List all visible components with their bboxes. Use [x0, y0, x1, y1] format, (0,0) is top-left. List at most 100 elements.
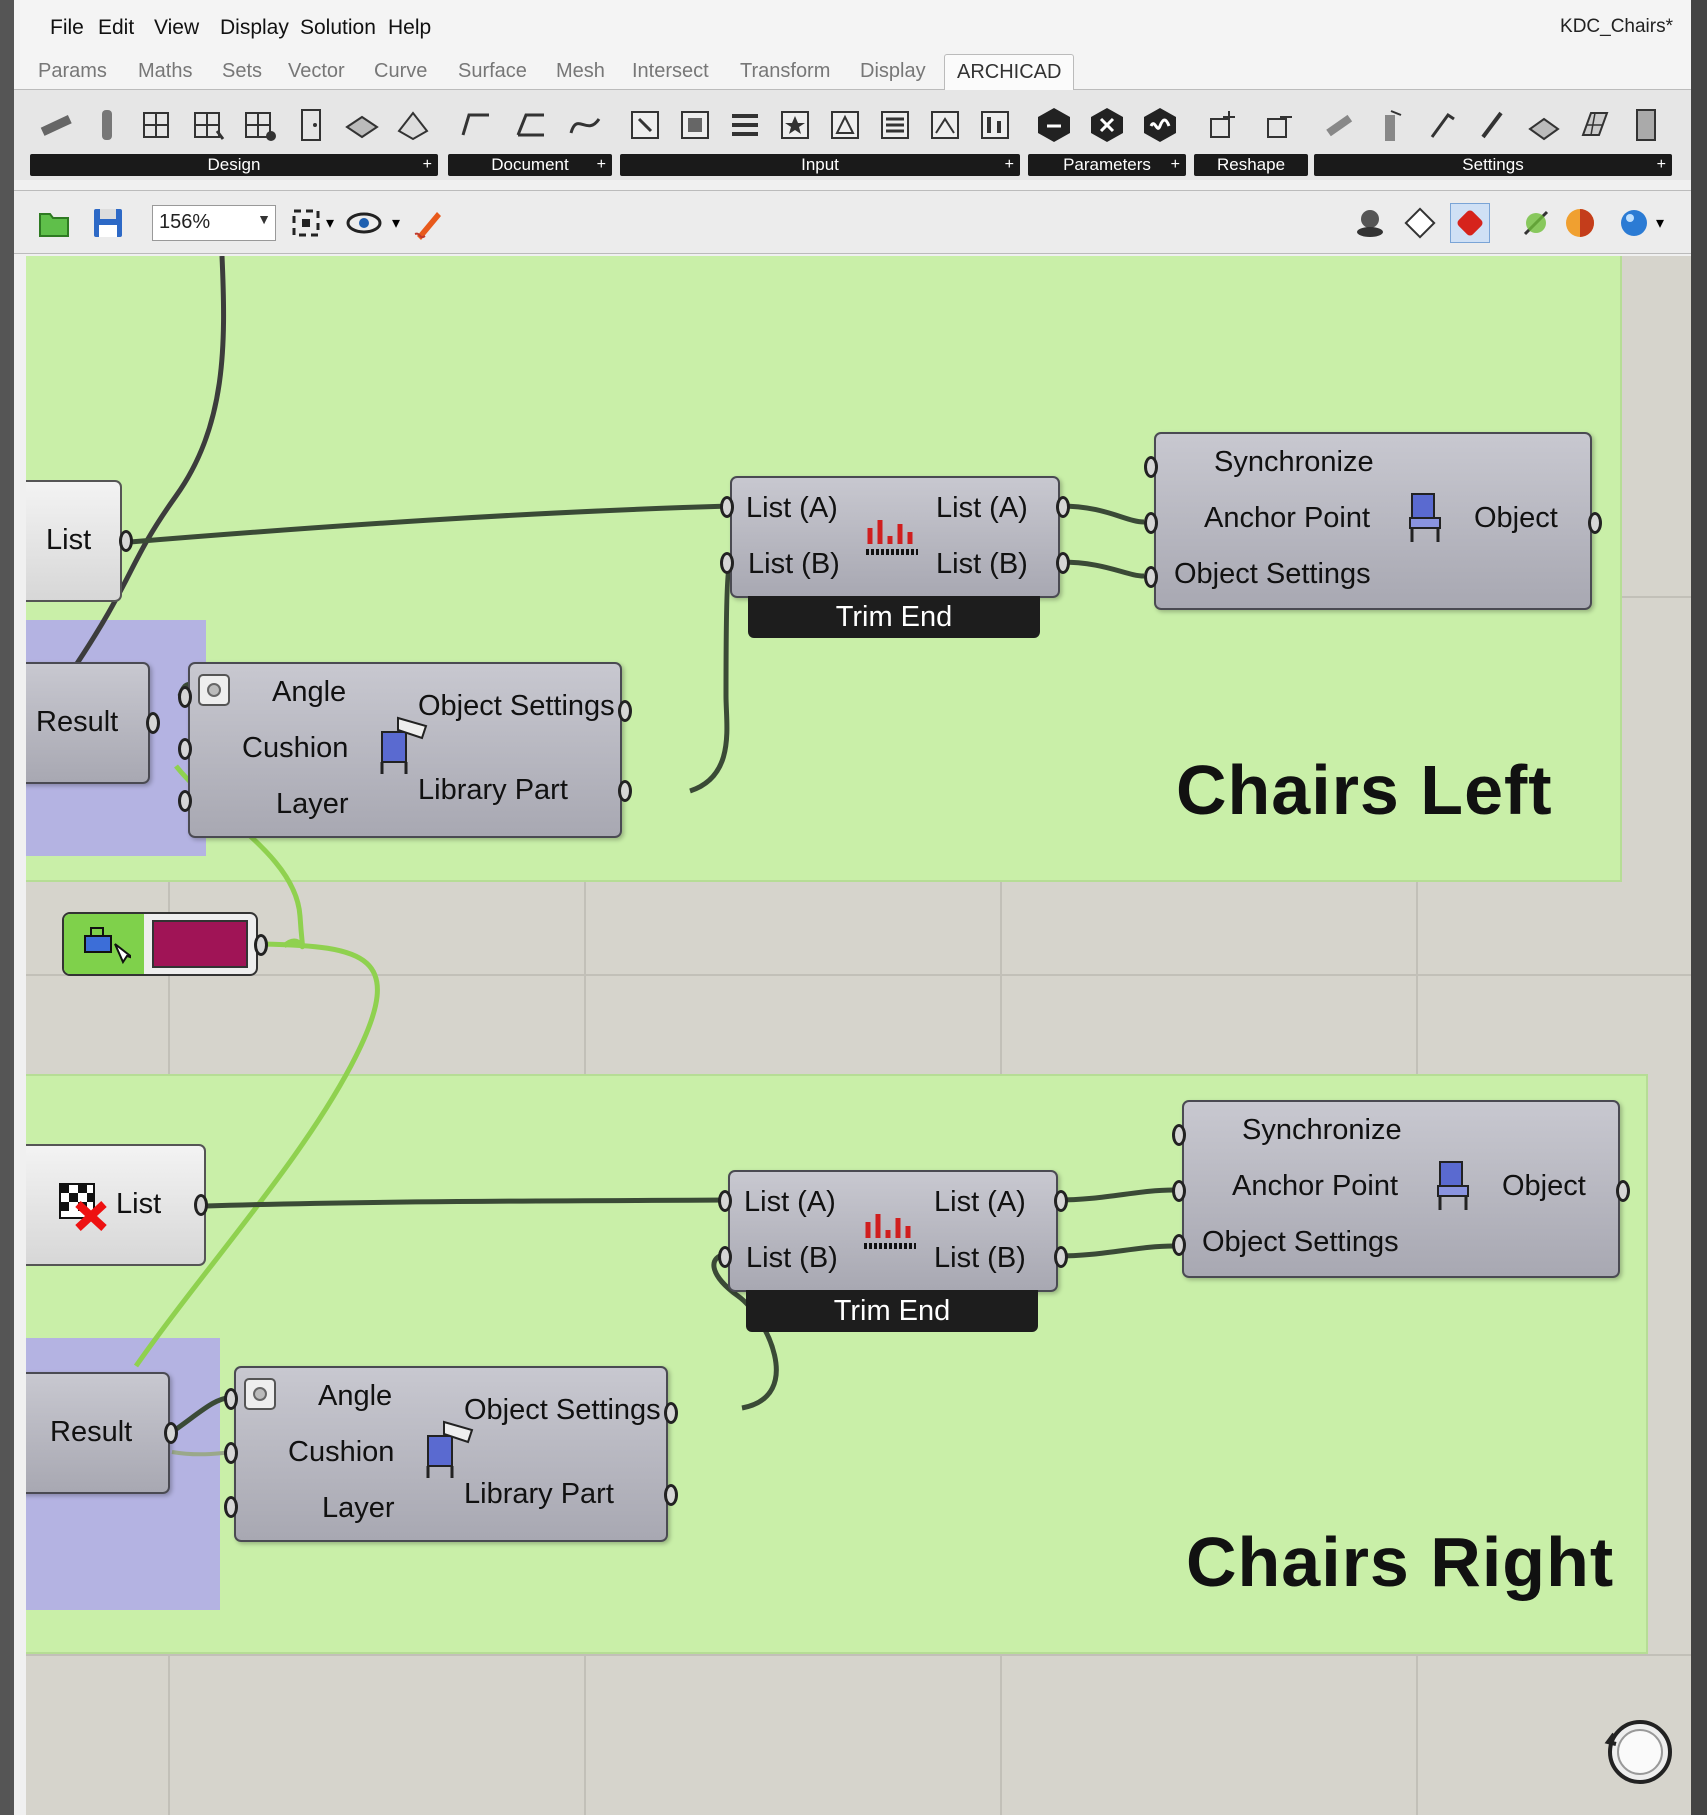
column-icon[interactable] [87, 105, 127, 145]
settings-mesh-icon[interactable] [1575, 105, 1615, 145]
tab-archicad[interactable]: ARCHICAD [944, 54, 1075, 90]
settings-tool-icon[interactable] [1422, 105, 1462, 145]
trim-end-component[interactable]: List (A) List (B) List (A) List (B) [728, 1170, 1058, 1292]
param-hex-icon[interactable] [1034, 105, 1074, 145]
tab-params[interactable]: Params [38, 60, 107, 83]
colour-picker-icon[interactable] [64, 914, 144, 974]
object-output-port[interactable] [1616, 1180, 1630, 1202]
preview-selected-icon[interactable] [1450, 203, 1490, 243]
grasshopper-canvas[interactable]: List Result Angle Cushion Layer Object S… [26, 256, 1691, 1815]
archicad-object-component[interactable]: Synchronize Anchor Point Object Settings… [1182, 1100, 1620, 1278]
synchronize-input-port[interactable] [1144, 456, 1158, 478]
preview-eye-icon[interactable] [344, 203, 384, 243]
trim-list-b-input-port[interactable] [720, 552, 734, 574]
object-settings-output-port[interactable] [618, 700, 632, 722]
settings-brush-icon[interactable] [1473, 105, 1513, 145]
trim-list-b-input-port[interactable] [718, 1246, 732, 1268]
settings-beam-icon[interactable] [1320, 105, 1360, 145]
display-sphere-icon[interactable] [1614, 203, 1654, 243]
save-file-icon[interactable] [88, 203, 128, 243]
object-settings-input-port[interactable] [1172, 1234, 1186, 1256]
trim-end-component[interactable]: List (A) List (B) List (A) List (B) [730, 476, 1060, 598]
cull-list-component[interactable]: List [26, 1144, 206, 1266]
door-icon[interactable] [291, 105, 331, 145]
display-dropdown-icon[interactable]: ▾ [1650, 203, 1670, 243]
tab-surface[interactable]: Surface [458, 60, 527, 83]
grid-element-icon[interactable] [138, 105, 178, 145]
preview-dropdown-icon[interactable]: ▾ [386, 203, 406, 243]
beam-icon[interactable] [36, 105, 76, 145]
swatch-output-port[interactable] [254, 934, 268, 956]
menu-display[interactable]: Display [220, 16, 289, 40]
tab-sets[interactable]: Sets [222, 60, 262, 83]
input-list-icon[interactable] [725, 105, 765, 145]
cushion-input-port[interactable] [224, 1442, 238, 1464]
list-output-port[interactable] [194, 1194, 208, 1216]
tab-maths[interactable]: Maths [138, 60, 192, 83]
menu-solution[interactable]: Solution [300, 16, 376, 40]
object-settings-output-port[interactable] [664, 1402, 678, 1424]
tab-vector[interactable]: Vector [288, 60, 345, 83]
settings-slab-icon[interactable] [1524, 105, 1564, 145]
settings-toggle-icon[interactable] [244, 1378, 276, 1410]
param-cross-icon[interactable] [1087, 105, 1127, 145]
zoom-select[interactable]: 156% ▼ [152, 205, 276, 241]
material-sphere-icon[interactable] [1560, 203, 1600, 243]
menu-file[interactable]: File [50, 16, 84, 40]
zoom-dropdown-icon[interactable]: ▾ [320, 203, 340, 243]
trim-list-a-output-port[interactable] [1056, 496, 1070, 518]
anchor-point-input-port[interactable] [1144, 512, 1158, 534]
trim-list-b-output-port[interactable] [1054, 1246, 1068, 1268]
curve-doc-icon[interactable] [455, 105, 495, 145]
trim-list-a-input-port[interactable] [718, 1190, 732, 1212]
list-param[interactable]: List [26, 480, 122, 602]
spline-icon[interactable] [565, 105, 605, 145]
object-settings-component[interactable]: Angle Cushion Layer Object Settings Libr… [188, 662, 622, 838]
input-star-icon[interactable] [775, 105, 815, 145]
menu-edit[interactable]: Edit [98, 16, 134, 40]
angle-input-port[interactable] [224, 1388, 238, 1410]
library-part-output-port[interactable] [618, 780, 632, 802]
synchronize-input-port[interactable] [1172, 1124, 1186, 1146]
sketch-pen-icon[interactable] [408, 203, 448, 243]
object-settings-input-port[interactable] [1144, 566, 1158, 588]
tab-transform[interactable]: Transform [740, 60, 830, 83]
settings-door-icon[interactable] [1626, 105, 1666, 145]
input-pick-icon[interactable] [825, 105, 865, 145]
bake-icon[interactable] [1516, 203, 1556, 243]
anchor-point-input-port[interactable] [1172, 1180, 1186, 1202]
tab-intersect[interactable]: Intersect [632, 60, 709, 83]
grid-edit-icon[interactable] [189, 105, 229, 145]
layer-input-port[interactable] [178, 790, 192, 812]
param-wave-icon[interactable] [1140, 105, 1180, 145]
input-filter-icon[interactable] [975, 105, 1015, 145]
trim-list-a-input-port[interactable] [720, 496, 734, 518]
input-wall-icon[interactable] [925, 105, 965, 145]
grid-add-icon[interactable] [240, 105, 280, 145]
input-stack-icon[interactable] [875, 105, 915, 145]
angle-input-port[interactable] [178, 686, 192, 708]
open-file-icon[interactable] [34, 203, 74, 243]
input-element-icon[interactable] [625, 105, 665, 145]
list-output-port[interactable] [119, 530, 133, 552]
roof-icon[interactable] [393, 105, 433, 145]
tab-display[interactable]: Display [860, 60, 926, 83]
colour-swatch-component[interactable] [62, 912, 258, 976]
object-settings-component[interactable]: Angle Cushion Layer Object Settings Libr… [234, 1366, 668, 1542]
reshape-add-icon[interactable] [1203, 105, 1243, 145]
settings-column-icon[interactable] [1371, 105, 1411, 145]
input-box-icon[interactable] [675, 105, 715, 145]
tab-mesh[interactable]: Mesh [556, 60, 605, 83]
result-output-port[interactable] [146, 712, 160, 734]
preview-wire-icon[interactable] [1400, 203, 1440, 243]
canvas-navigation-icon[interactable] [1600, 1716, 1672, 1788]
preview-shaded-icon[interactable] [1350, 203, 1390, 243]
archicad-object-component[interactable]: Synchronize Anchor Point Object Settings… [1154, 432, 1592, 610]
layer-input-port[interactable] [224, 1496, 238, 1518]
library-part-output-port[interactable] [664, 1484, 678, 1506]
trim-list-a-output-port[interactable] [1054, 1190, 1068, 1212]
tab-curve[interactable]: Curve [374, 60, 427, 83]
result-output-port[interactable] [164, 1422, 178, 1444]
menu-view[interactable]: View [154, 16, 199, 40]
trim-list-b-output-port[interactable] [1056, 552, 1070, 574]
